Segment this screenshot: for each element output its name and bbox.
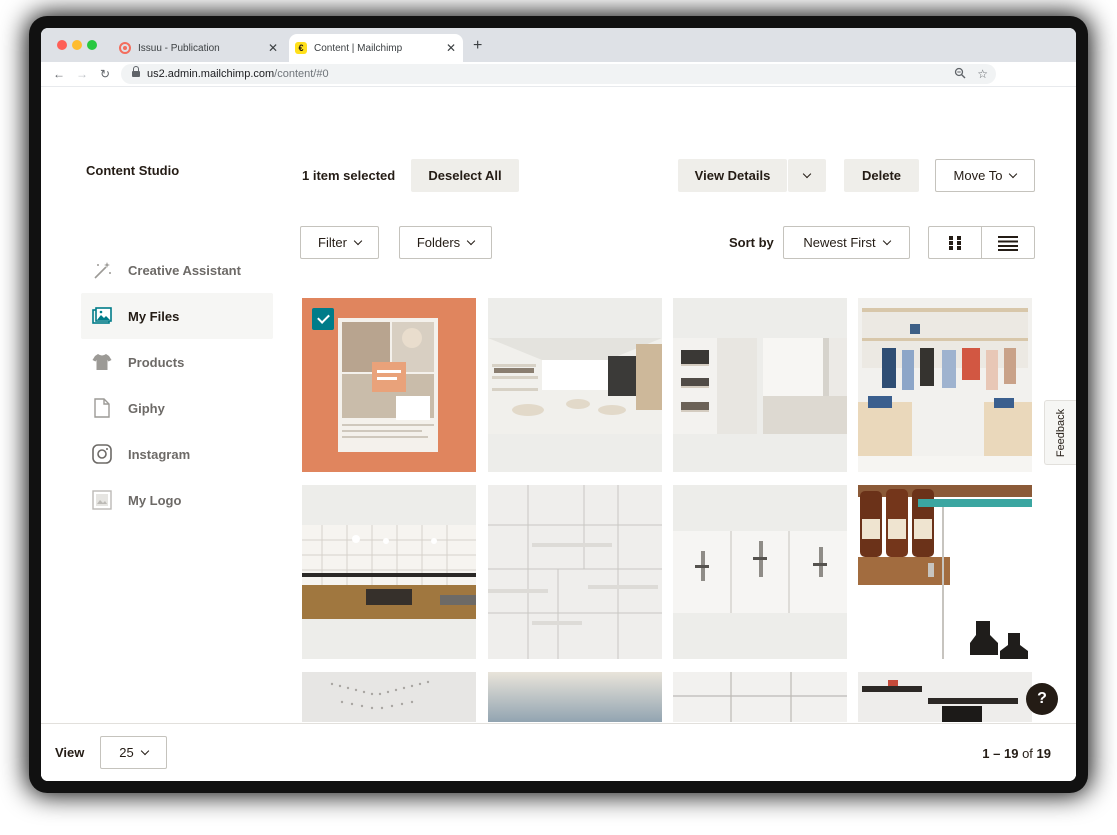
sidebar-item-label: Giphy — [128, 400, 165, 416]
help-button[interactable]: ? — [1026, 683, 1058, 715]
lock-icon — [132, 66, 140, 78]
sidebar-item-label: My Logo — [128, 492, 182, 508]
chevron-down-icon — [353, 236, 363, 245]
file-tile[interactable] — [488, 298, 662, 472]
close-tab-icon[interactable]: ✕ — [265, 41, 281, 55]
chevron-down-icon — [466, 236, 476, 245]
deselect-all-button[interactable]: Deselect All — [411, 159, 519, 192]
button-label: Filter — [318, 235, 347, 250]
move-to-button[interactable]: Move To — [935, 159, 1035, 192]
view-toggle — [928, 226, 1035, 259]
sidebar-item-label: Products — [128, 354, 185, 370]
page-of: of — [1022, 746, 1033, 761]
file-tile[interactable] — [673, 672, 847, 722]
mailchimp-icon: € — [295, 42, 307, 54]
per-page-select[interactable]: 25 — [100, 736, 167, 769]
file-tile[interactable] — [673, 485, 847, 659]
feedback-label: Feedback — [1055, 408, 1067, 458]
tshirt-icon — [91, 351, 113, 373]
browser-window: Issuu - Publication ✕ € Content | Mailch… — [41, 28, 1076, 781]
sidebar-item-products[interactable]: Products — [81, 339, 273, 385]
back-icon[interactable]: ← — [51, 66, 67, 82]
button-label: Delete — [861, 168, 902, 183]
file-tile[interactable] — [673, 298, 847, 472]
minimize-window-button[interactable] — [72, 40, 82, 50]
file-tile[interactable] — [302, 672, 476, 722]
sidebar-item-label: Creative Assistant — [128, 262, 241, 278]
button-label: Folders — [416, 235, 461, 250]
view-details-dropdown-button[interactable] — [788, 159, 826, 192]
button-label: Deselect All — [428, 168, 502, 183]
maximize-window-button[interactable] — [87, 40, 97, 50]
page-total: 19 — [1036, 746, 1051, 761]
per-page-label: View — [55, 745, 85, 760]
tab-bar: Issuu - Publication ✕ € Content | Mailch… — [41, 28, 1076, 62]
chevron-down-icon — [802, 169, 812, 178]
sort-label: Sort by — [729, 235, 774, 250]
sidebar-item-label: My Files — [128, 308, 180, 324]
selection-count: 1 item selected — [302, 168, 396, 183]
sidebar-item-label: Instagram — [128, 446, 191, 462]
address-bar[interactable]: us2.admin.mailchimp.com/content/#0 ☆ — [121, 64, 996, 84]
close-tab-icon[interactable]: ✕ — [443, 41, 459, 55]
file-tile[interactable] — [488, 672, 662, 722]
tab-title: Content | Mailchimp — [314, 42, 403, 54]
chevron-down-icon — [882, 236, 891, 245]
file-tile[interactable] — [858, 298, 1032, 472]
zoom-icon[interactable] — [954, 67, 966, 82]
grid-icon — [949, 235, 961, 250]
question-icon: ? — [1037, 690, 1047, 707]
folders-button[interactable]: Folders — [399, 226, 492, 259]
url-path: /content/#0 — [274, 68, 329, 80]
logo-image-icon — [91, 489, 113, 511]
new-tab-icon[interactable]: + — [473, 37, 482, 55]
view-details-button[interactable]: View Details — [678, 159, 787, 192]
sidebar-item-my-logo[interactable]: My Logo — [81, 477, 273, 523]
per-page-value: 25 — [119, 745, 134, 760]
url-host: us2.admin.mailchimp.com — [147, 68, 275, 80]
filter-button[interactable]: Filter — [300, 226, 379, 259]
tab-mailchimp[interactable]: € Content | Mailchimp ✕ — [289, 34, 463, 62]
tab-title: Issuu - Publication — [138, 42, 220, 54]
forward-icon[interactable]: → — [74, 66, 90, 82]
reload-icon[interactable]: ↻ — [97, 66, 113, 82]
sidebar: Creative Assistant My Files Products Gip… — [81, 247, 273, 523]
checkbox-checked-icon[interactable] — [312, 308, 334, 330]
file-tile[interactable] — [858, 485, 1032, 659]
delete-button[interactable]: Delete — [844, 159, 919, 192]
sidebar-item-instagram[interactable]: Instagram — [81, 431, 273, 477]
chevron-down-icon — [1009, 169, 1018, 178]
list-view-button[interactable] — [982, 227, 1034, 258]
chevron-down-icon — [140, 746, 149, 755]
page-title: Content Studio — [86, 163, 180, 178]
magic-wand-icon — [91, 259, 113, 281]
browser-toolbar: ← → ↻ us2.admin.mailchimp.com/content/#0… — [41, 62, 1076, 87]
file-tile-selected[interactable] — [302, 298, 476, 472]
file-tile[interactable] — [302, 485, 476, 659]
button-label: Move To — [953, 168, 1003, 183]
issuu-icon — [119, 42, 131, 54]
file-tile[interactable] — [858, 672, 1032, 722]
images-icon — [91, 305, 113, 327]
close-window-button[interactable] — [57, 40, 67, 50]
grid-view-button[interactable] — [929, 227, 982, 258]
file-grid — [302, 298, 1042, 722]
sidebar-item-my-files[interactable]: My Files — [81, 293, 273, 339]
tab-issuu[interactable]: Issuu - Publication ✕ — [113, 34, 285, 62]
sort-select[interactable]: Newest First — [783, 226, 910, 259]
pagination-summary: 1 – 19 of 19 — [982, 746, 1051, 761]
star-icon[interactable]: ☆ — [977, 67, 988, 81]
button-label: View Details — [694, 168, 771, 183]
list-icon — [998, 235, 1018, 251]
pagination-footer: View 25 1 – 19 of 19 — [41, 723, 1076, 781]
sidebar-item-creative-assistant[interactable]: Creative Assistant — [81, 247, 273, 293]
page: Content Studio Creative Assistant My Fil… — [41, 87, 1076, 781]
page-range: 1 – 19 — [982, 746, 1019, 761]
feedback-tab[interactable]: Feedback — [1044, 400, 1076, 465]
sidebar-item-giphy[interactable]: Giphy — [81, 385, 273, 431]
file-tile[interactable] — [488, 485, 662, 659]
file-icon — [91, 397, 113, 419]
instagram-icon — [91, 443, 113, 465]
sort-value: Newest First — [803, 235, 876, 250]
